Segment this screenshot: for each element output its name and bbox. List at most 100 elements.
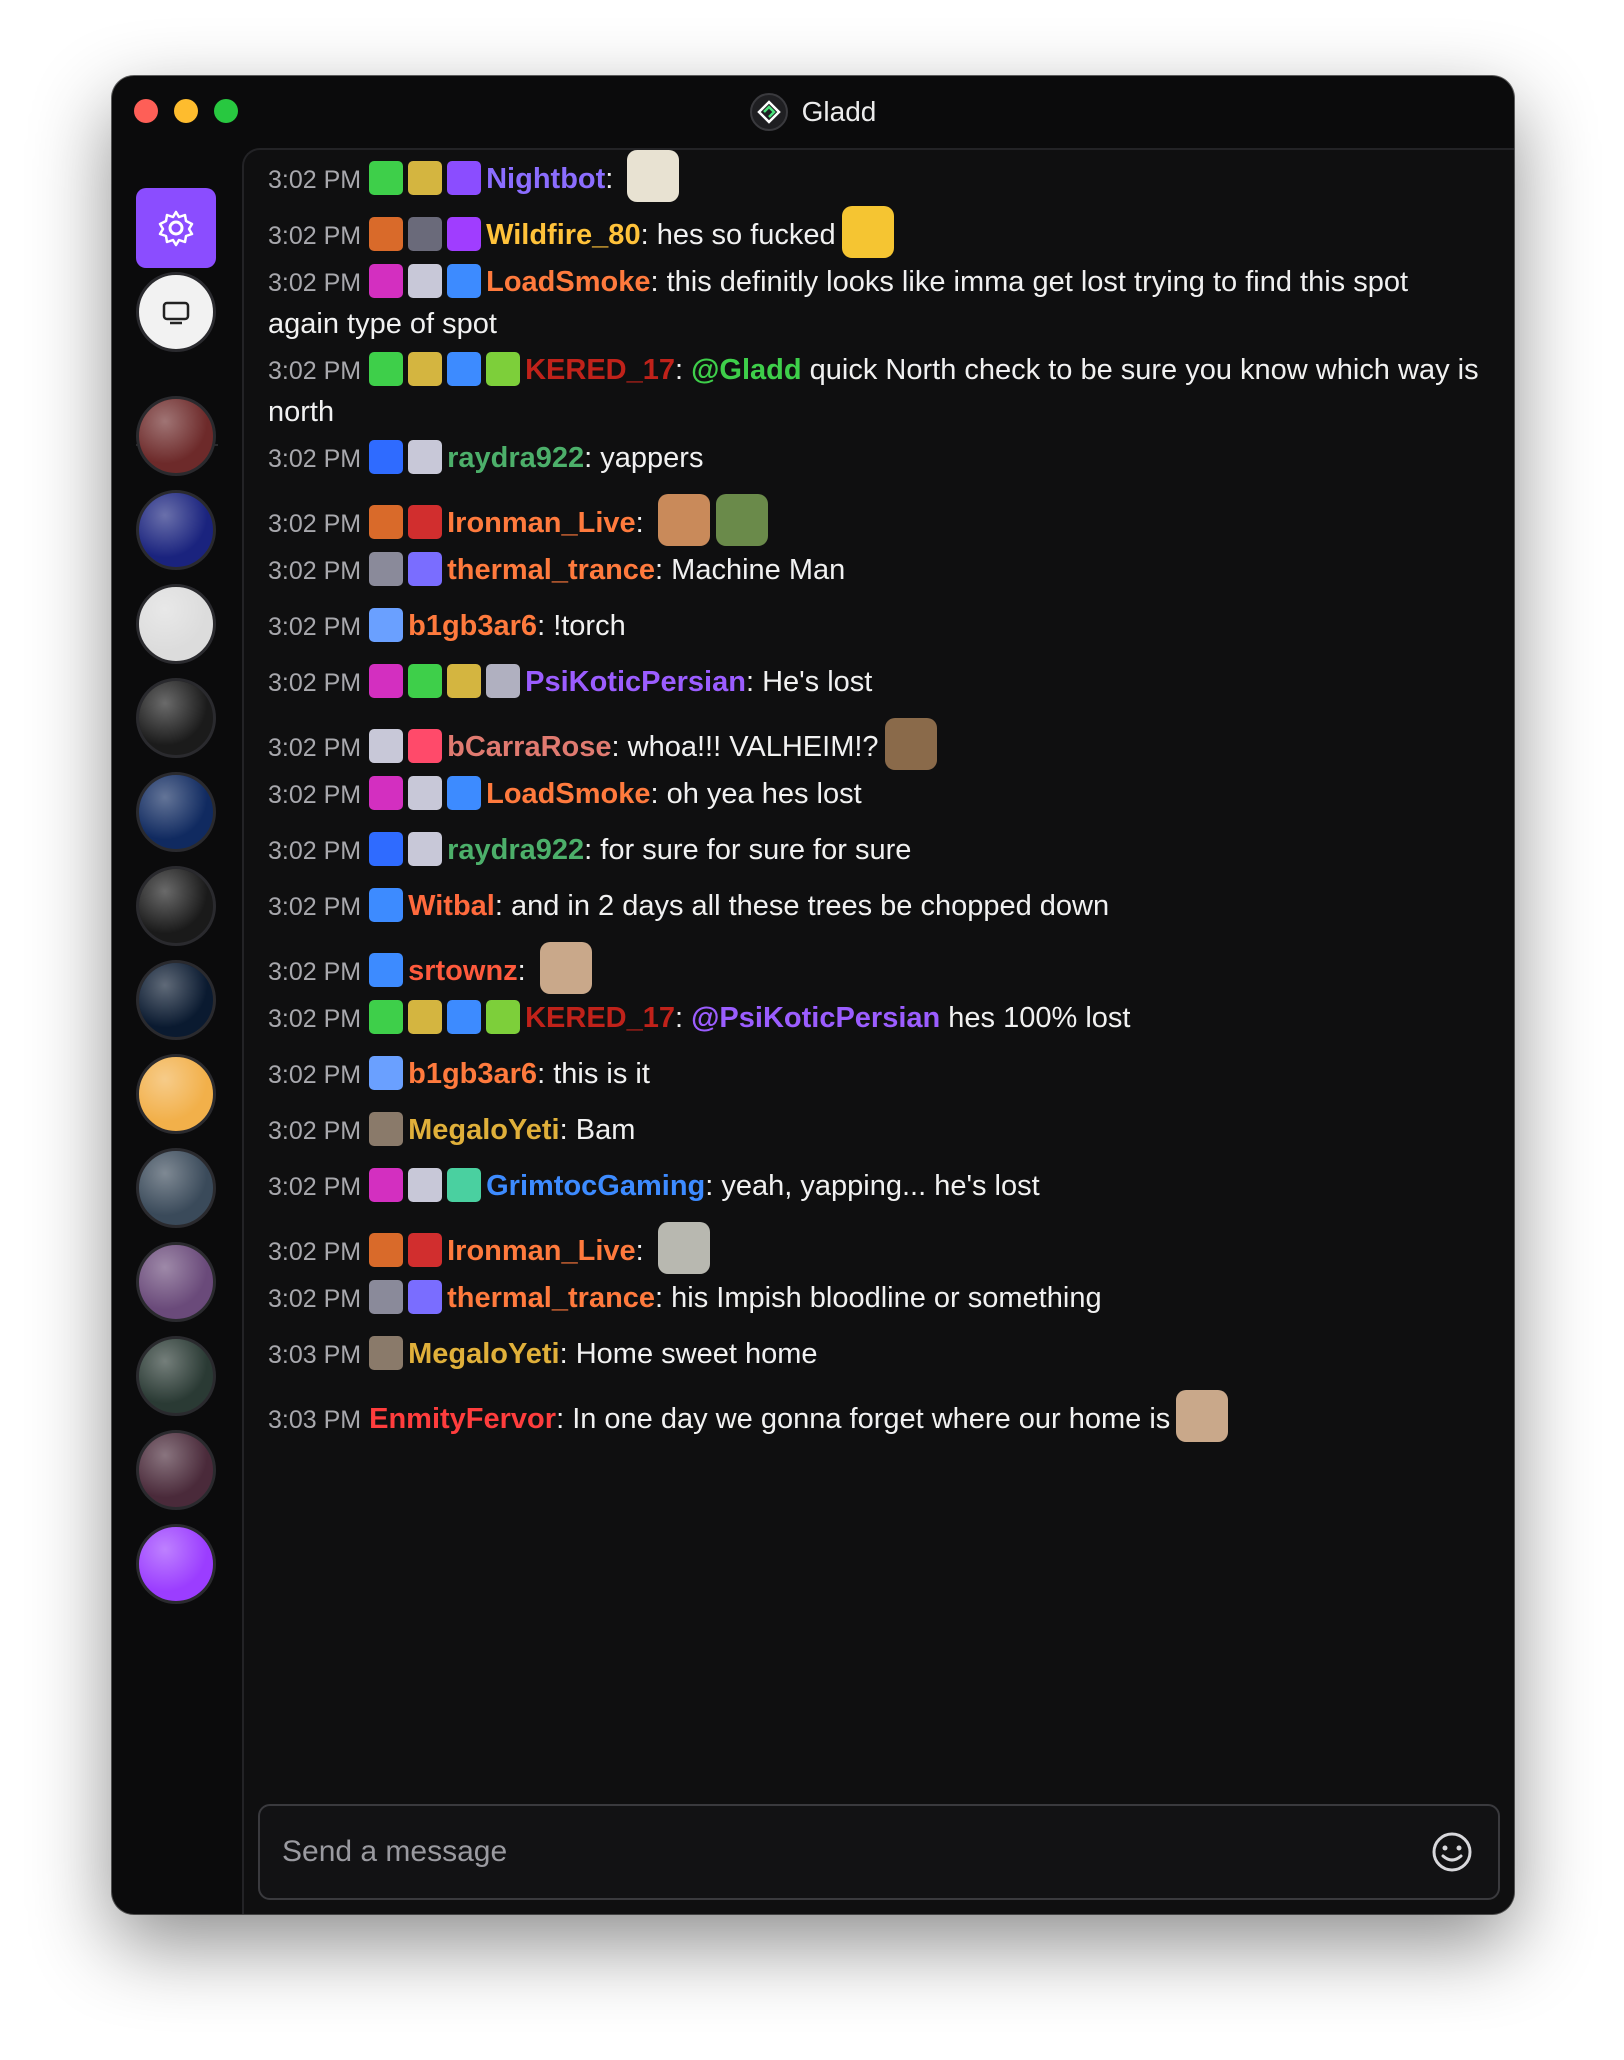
user-badge-icon[interactable]	[369, 552, 404, 586]
user-badge-icon[interactable]	[486, 352, 521, 386]
user-badge-icon[interactable]	[486, 664, 521, 698]
user-badge-icon[interactable]	[369, 888, 404, 922]
user-badge-icon[interactable]	[447, 664, 482, 698]
message-username[interactable]: GrimtocGaming	[486, 1170, 705, 1202]
user-badge-icon[interactable]	[408, 832, 443, 866]
user-badge-icon[interactable]	[369, 217, 404, 251]
sidebar-item-channel-11[interactable]	[136, 1242, 216, 1322]
message-username[interactable]: srtownz	[408, 955, 518, 987]
user-badge-icon[interactable]	[369, 664, 404, 698]
emote-image[interactable]	[1176, 1390, 1229, 1442]
user-badge-icon[interactable]	[408, 217, 443, 251]
user-badge-icon[interactable]	[408, 352, 443, 386]
sidebar-item-channel-8[interactable]	[136, 960, 216, 1040]
message-username[interactable]: b1gb3ar6	[408, 1058, 537, 1090]
user-badge-icon[interactable]	[408, 1168, 443, 1202]
user-badge-icon[interactable]	[369, 161, 404, 195]
user-badge-icon[interactable]	[369, 440, 404, 474]
sidebar-item-channel-4[interactable]	[136, 584, 216, 664]
settings-button[interactable]	[136, 188, 216, 268]
sidebar-item-channel-14[interactable]	[136, 1524, 216, 1604]
sidebar-item-channel-12[interactable]	[136, 1336, 216, 1416]
user-badge-icon[interactable]	[408, 729, 443, 763]
user-badge-icon[interactable]	[369, 1000, 404, 1034]
user-badge-icon[interactable]	[369, 352, 404, 386]
user-badge-icon[interactable]	[369, 1112, 404, 1146]
message-text: his Impish bloodline or something	[671, 1282, 1102, 1314]
sidebar-item-channel-9[interactable]	[136, 1054, 216, 1134]
message-input[interactable]	[282, 1806, 1408, 1898]
sidebar-item-channel-6[interactable]	[136, 772, 216, 852]
user-badge-icon[interactable]	[408, 664, 443, 698]
message-username[interactable]: Ironman_Live	[447, 507, 636, 539]
smiley-icon[interactable]	[1430, 1830, 1474, 1874]
user-badge-icon[interactable]	[408, 1000, 443, 1034]
emote-image[interactable]	[884, 718, 937, 770]
user-badge-icon[interactable]	[408, 776, 443, 810]
user-badge-icon[interactable]	[447, 217, 482, 251]
user-badge-icon[interactable]	[369, 776, 404, 810]
sidebar-item-channel-3[interactable]	[136, 490, 216, 570]
message-username[interactable]: raydra922	[447, 442, 584, 474]
message-timestamp: 3:02 PM	[268, 1061, 362, 1089]
user-badge-icon[interactable]	[369, 505, 404, 539]
sidebar-item-channel-1[interactable]	[136, 272, 216, 352]
user-badge-icon[interactable]	[447, 352, 482, 386]
message-username[interactable]: Witbal	[408, 890, 495, 922]
message-username[interactable]: thermal_trance	[447, 554, 655, 586]
user-mention[interactable]: @Gladd	[691, 354, 810, 386]
user-badge-icon[interactable]	[369, 608, 404, 642]
emote-image[interactable]	[627, 150, 680, 202]
message-username[interactable]: LoadSmoke	[486, 778, 650, 810]
user-badge-icon[interactable]	[369, 264, 404, 298]
user-badge-icon[interactable]	[369, 1280, 404, 1314]
sidebar-item-channel-10[interactable]	[136, 1148, 216, 1228]
user-badge-icon[interactable]	[369, 1336, 404, 1370]
emote-image[interactable]	[841, 206, 894, 258]
user-mention[interactable]: @PsiKoticPersian	[691, 1002, 948, 1034]
sidebar-item-channel-2[interactable]	[136, 396, 216, 476]
user-badge-icon[interactable]	[369, 729, 404, 763]
user-badge-icon[interactable]	[486, 1000, 521, 1034]
emote-image[interactable]	[657, 494, 710, 546]
user-badge-icon[interactable]	[408, 440, 443, 474]
emote-image[interactable]	[539, 942, 592, 994]
user-badge-icon[interactable]	[447, 264, 482, 298]
message-username[interactable]: KERED_17	[525, 354, 675, 386]
user-badge-icon[interactable]	[408, 264, 443, 298]
message-username[interactable]: LoadSmoke	[486, 266, 650, 298]
message-username[interactable]: Wildfire_80	[486, 219, 640, 251]
emote-image[interactable]	[657, 1222, 710, 1274]
user-badge-icon[interactable]	[447, 161, 482, 195]
message-username[interactable]: Ironman_Live	[447, 1235, 636, 1267]
message-username[interactable]: thermal_trance	[447, 1282, 655, 1314]
user-badge-icon[interactable]	[369, 1056, 404, 1090]
chat-message: 3:02 PM Wildfire_80: hes so fucked	[268, 206, 1484, 258]
message-username[interactable]: b1gb3ar6	[408, 610, 537, 642]
user-badge-icon[interactable]	[447, 1168, 482, 1202]
message-username[interactable]: KERED_17	[525, 1002, 675, 1034]
message-username[interactable]: Nightbot	[486, 163, 605, 195]
user-badge-icon[interactable]	[408, 1280, 443, 1314]
message-username[interactable]: MegaloYeti	[408, 1338, 560, 1370]
user-badge-icon[interactable]	[408, 505, 443, 539]
user-badge-icon[interactable]	[369, 832, 404, 866]
message-username[interactable]: PsiKoticPersian	[525, 666, 746, 698]
message-timestamp: 3:02 PM	[268, 837, 362, 865]
sidebar-item-channel-7[interactable]	[136, 866, 216, 946]
user-badge-icon[interactable]	[408, 161, 443, 195]
sidebar-item-channel-13[interactable]	[136, 1430, 216, 1510]
user-badge-icon[interactable]	[369, 1168, 404, 1202]
message-username[interactable]: EnmityFervor	[369, 1403, 556, 1435]
sidebar-item-channel-5[interactable]	[136, 678, 216, 758]
user-badge-icon[interactable]	[369, 953, 404, 987]
emote-image[interactable]	[715, 494, 768, 546]
message-username[interactable]: raydra922	[447, 834, 584, 866]
user-badge-icon[interactable]	[408, 1233, 443, 1267]
user-badge-icon[interactable]	[447, 776, 482, 810]
user-badge-icon[interactable]	[408, 552, 443, 586]
user-badge-icon[interactable]	[369, 1233, 404, 1267]
message-username[interactable]: MegaloYeti	[408, 1114, 560, 1146]
user-badge-icon[interactable]	[447, 1000, 482, 1034]
message-username[interactable]: bCarraRose	[447, 731, 611, 763]
